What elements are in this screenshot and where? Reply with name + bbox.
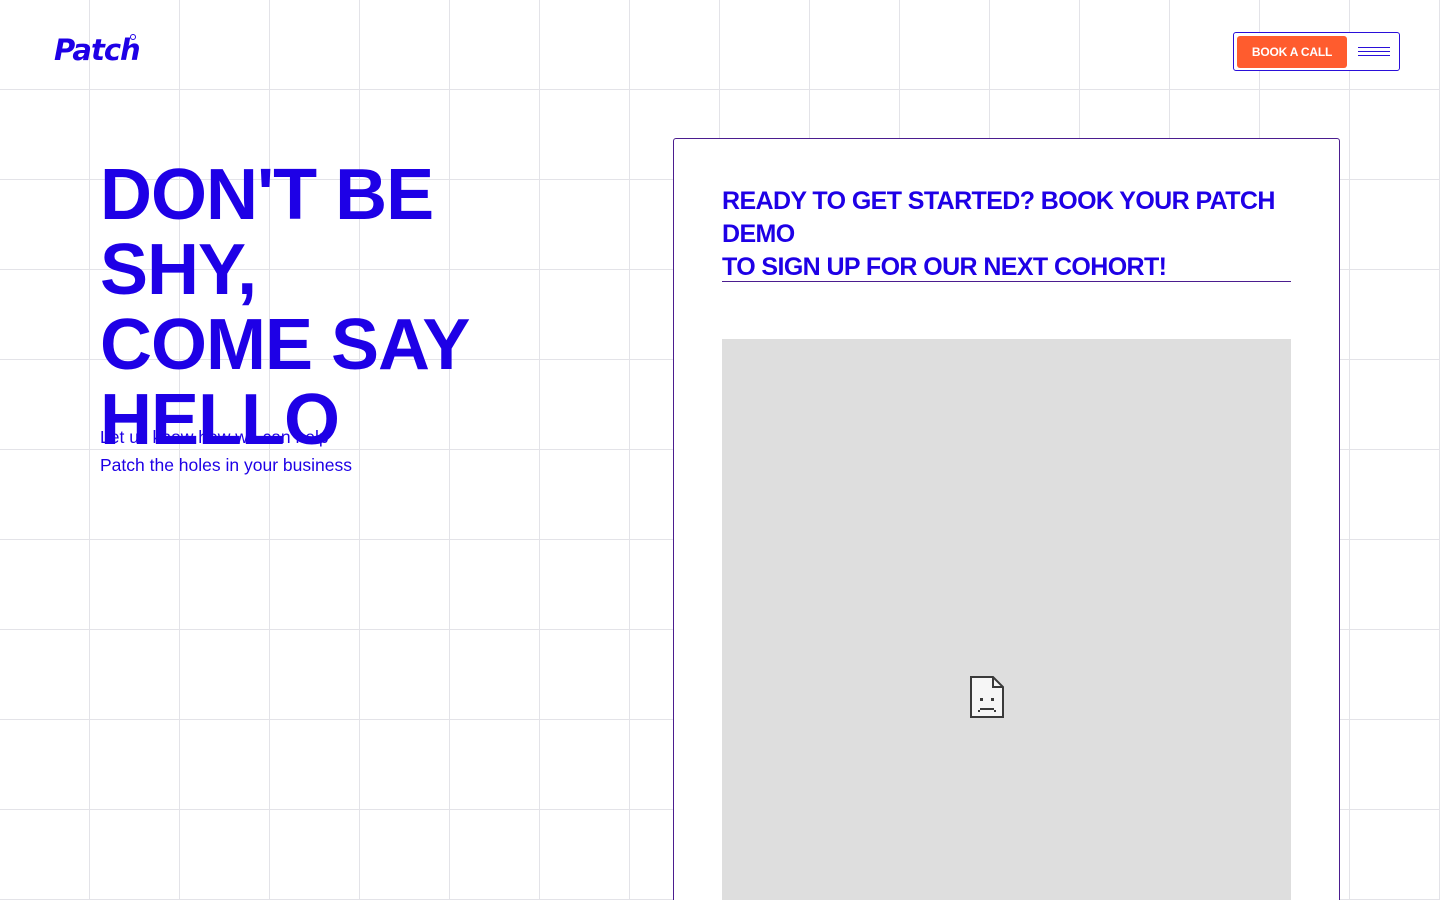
logo-registered-mark	[130, 34, 136, 40]
title-line: COME SAY	[100, 305, 470, 385]
card-heading-line: READY TO GET STARTED? BOOK YOUR PATCH DE…	[722, 187, 1275, 248]
title-line: DON'T BE SHY,	[100, 155, 434, 310]
booking-card: READY TO GET STARTED? BOOK YOUR PATCH DE…	[673, 138, 1340, 900]
menu-line	[1358, 55, 1390, 56]
card-heading: READY TO GET STARTED? BOOK YOUR PATCH DE…	[722, 185, 1292, 284]
menu-line	[1358, 47, 1390, 48]
book-a-call-button[interactable]: BOOK A CALL	[1237, 36, 1347, 68]
subtitle-line: Patch the holes in your business	[100, 455, 352, 475]
header-actions: BOOK A CALL	[1233, 32, 1400, 71]
booking-embed-frame[interactable]	[722, 339, 1291, 900]
hamburger-menu-icon[interactable]	[1356, 41, 1392, 63]
card-divider	[722, 281, 1291, 282]
card-heading-line: TO SIGN UP FOR OUR NEXT COHORT!	[722, 253, 1167, 281]
menu-line	[1358, 51, 1390, 52]
patch-logo[interactable]: Patch	[54, 30, 141, 72]
broken-page-icon	[970, 676, 1004, 718]
subtitle-line: Let us know how we can help	[100, 427, 329, 447]
logo-wordmark: Patch	[54, 33, 141, 67]
page-title: DON'T BE SHY, COME SAY HELLO	[100, 158, 570, 458]
